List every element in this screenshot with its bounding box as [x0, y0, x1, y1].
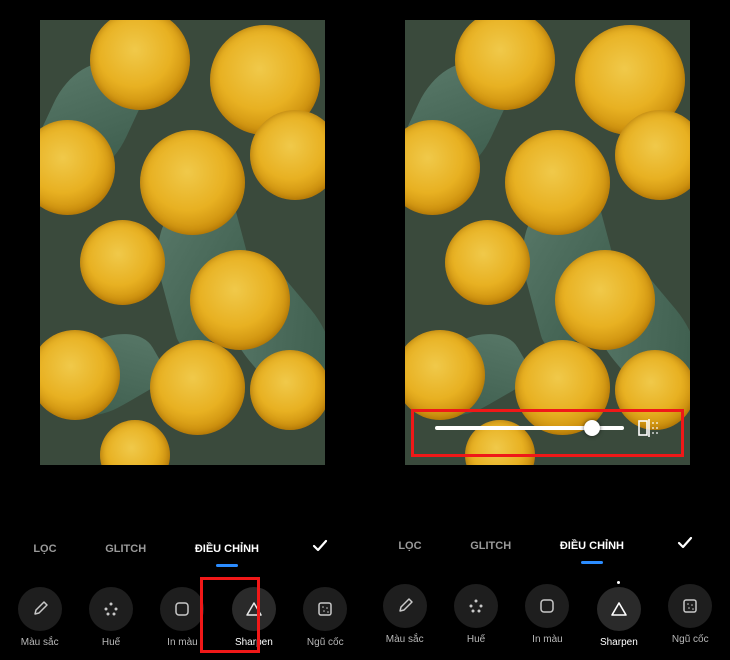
tab-filter[interactable]: LỌC [394, 534, 425, 558]
square-icon [537, 596, 557, 616]
image-area-right [365, 0, 730, 519]
sharpen-slider-row [423, 409, 672, 447]
tool-label: In màu [167, 637, 198, 648]
tool-label: Sharpen [600, 637, 638, 648]
tool-sharpen[interactable]: Sharpen [589, 584, 649, 648]
tools-row: Màu sắc Huế In màu Sharpen Ngũ cốc [365, 566, 730, 660]
photo-preview[interactable] [40, 20, 325, 465]
grain-icon [315, 599, 335, 619]
eyedropper-icon [395, 596, 415, 616]
image-area-left [0, 0, 365, 522]
tool-label: Huế [467, 634, 485, 645]
tabs-row: LỌC GLITCH ĐIỀU CHỈNH [365, 519, 730, 566]
tab-adjust[interactable]: ĐIỀU CHỈNH [191, 537, 263, 561]
confirm-button[interactable] [669, 529, 701, 562]
triangle-icon [244, 599, 264, 619]
confirm-button[interactable] [304, 532, 336, 565]
tool-sharpen[interactable]: Sharpen [224, 587, 284, 648]
slider-thumb[interactable] [584, 420, 600, 436]
tabs-row: LỌC GLITCH ĐIỀU CHỈNH [0, 522, 365, 569]
tool-label: Ngũ cốc [307, 637, 344, 648]
tool-print[interactable]: In màu [152, 587, 212, 648]
active-dot [617, 581, 620, 584]
triangle-icon [609, 599, 629, 619]
grain-icon [680, 596, 700, 616]
tool-hue[interactable]: Huế [81, 587, 141, 648]
photo-preview[interactable] [405, 20, 690, 465]
square-icon [172, 599, 192, 619]
left-panel: LỌC GLITCH ĐIỀU CHỈNH Màu sắc Huế In màu… [0, 0, 365, 660]
tool-label: Màu sắc [386, 634, 424, 645]
tab-adjust[interactable]: ĐIỀU CHỈNH [556, 534, 628, 558]
tool-color[interactable]: Màu sắc [10, 587, 70, 648]
tool-label: Màu sắc [21, 637, 59, 648]
tool-label: Ngũ cốc [672, 634, 709, 645]
tab-glitch[interactable]: GLITCH [466, 534, 515, 558]
tab-glitch[interactable]: GLITCH [101, 537, 150, 561]
right-panel: LỌC GLITCH ĐIỀU CHỈNH Màu sắc Huế In màu… [365, 0, 730, 660]
sharpen-slider[interactable] [435, 426, 624, 430]
tool-label: Sharpen [235, 637, 273, 648]
tool-label: Huế [102, 637, 120, 648]
eyedropper-icon [30, 599, 50, 619]
tool-label: In màu [532, 634, 563, 645]
dots-icon [466, 596, 486, 616]
compare-icon[interactable] [638, 419, 660, 437]
tab-filter[interactable]: LỌC [29, 537, 60, 561]
tool-print[interactable]: In màu [517, 584, 577, 645]
tool-grain[interactable]: Ngũ cốc [660, 584, 720, 645]
dots-icon [101, 599, 121, 619]
tools-row: Màu sắc Huế In màu Sharpen Ngũ cốc [0, 569, 365, 660]
tool-color[interactable]: Màu sắc [375, 584, 435, 645]
tool-hue[interactable]: Huế [446, 584, 506, 645]
tool-grain[interactable]: Ngũ cốc [295, 587, 355, 648]
